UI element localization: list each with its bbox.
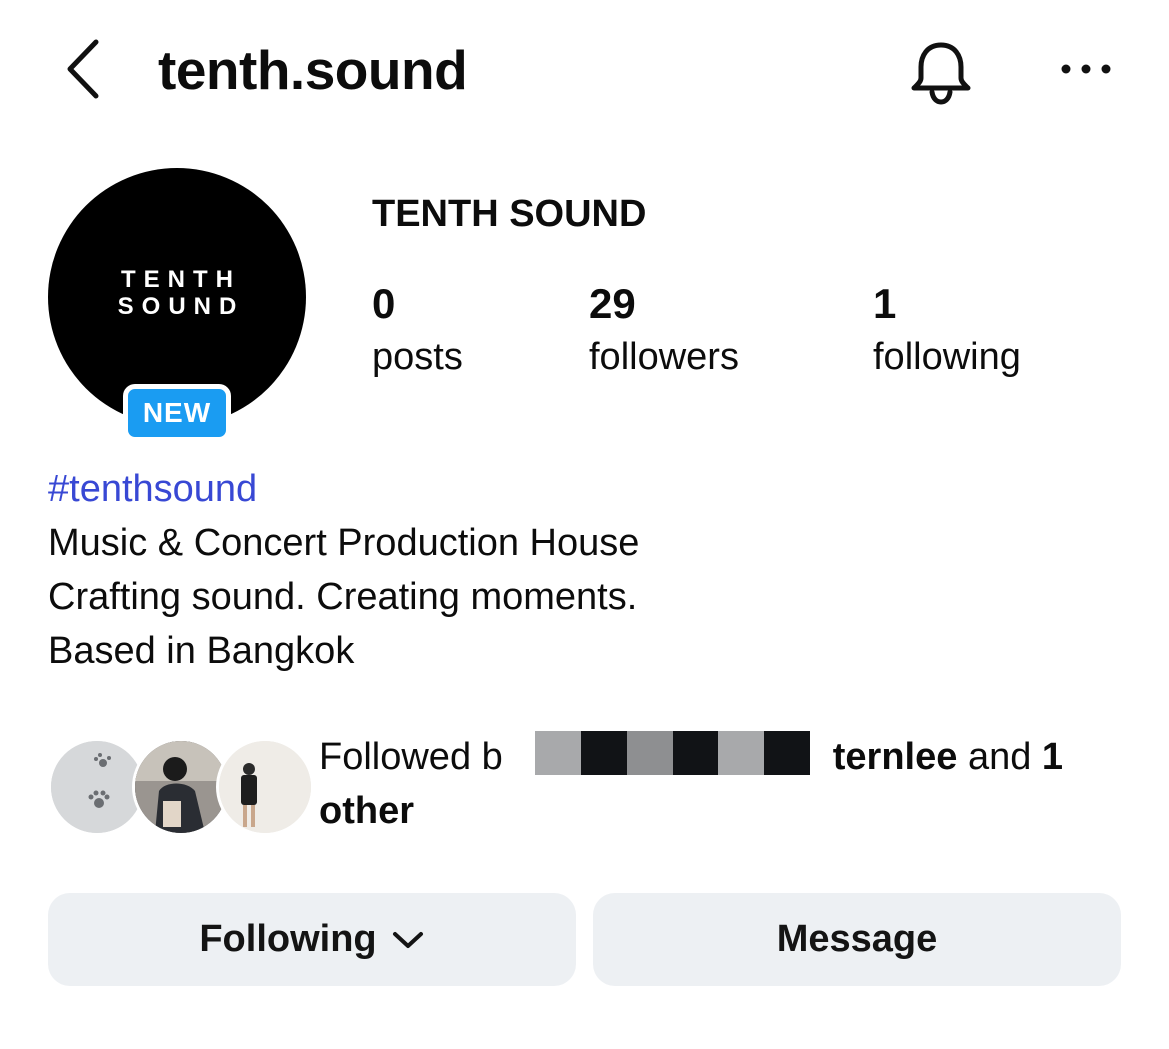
- posts-label: posts: [372, 336, 463, 378]
- bio-line: Crafting sound. Creating moments.: [48, 576, 638, 618]
- profile-page: tenth.sound TENTH SOUND NEW TENTH SOUND …: [0, 0, 1169, 1049]
- following-label: following: [873, 336, 1021, 378]
- chevron-down-icon: [392, 931, 423, 948]
- following-stat[interactable]: 1 following: [873, 280, 1021, 382]
- followers-count: 29: [589, 280, 636, 327]
- mutual-follower-name: ternlee: [832, 736, 958, 778]
- mutual-followers-avatars[interactable]: [48, 738, 314, 836]
- bio: #tenthsound Music & Concert Production H…: [48, 462, 639, 678]
- mutual-avatar: [216, 738, 314, 836]
- redacted-block: [508, 731, 810, 775]
- message-button[interactable]: Message: [593, 893, 1121, 986]
- followers-stat[interactable]: 29 followers: [589, 280, 739, 382]
- posts-count: 0: [372, 280, 396, 327]
- profile-username: tenth.sound: [158, 39, 468, 101]
- following-button[interactable]: Following: [48, 893, 576, 986]
- back-icon[interactable]: [58, 34, 110, 104]
- display-name: TENTH SOUND: [372, 193, 647, 235]
- bell-icon[interactable]: [905, 36, 977, 106]
- posts-stat[interactable]: 0 posts: [372, 280, 463, 382]
- bio-line: Based in Bangkok: [48, 630, 355, 672]
- more-options-icon[interactable]: [1054, 52, 1118, 86]
- avatar-logo-text: TENTH SOUND: [117, 266, 245, 320]
- following-count: 1: [873, 280, 897, 327]
- followers-label: followers: [589, 336, 739, 378]
- new-badge: NEW: [123, 384, 231, 442]
- bio-line: Music & Concert Production House: [48, 522, 640, 564]
- bio-hashtag-link[interactable]: #tenthsound: [48, 462, 639, 516]
